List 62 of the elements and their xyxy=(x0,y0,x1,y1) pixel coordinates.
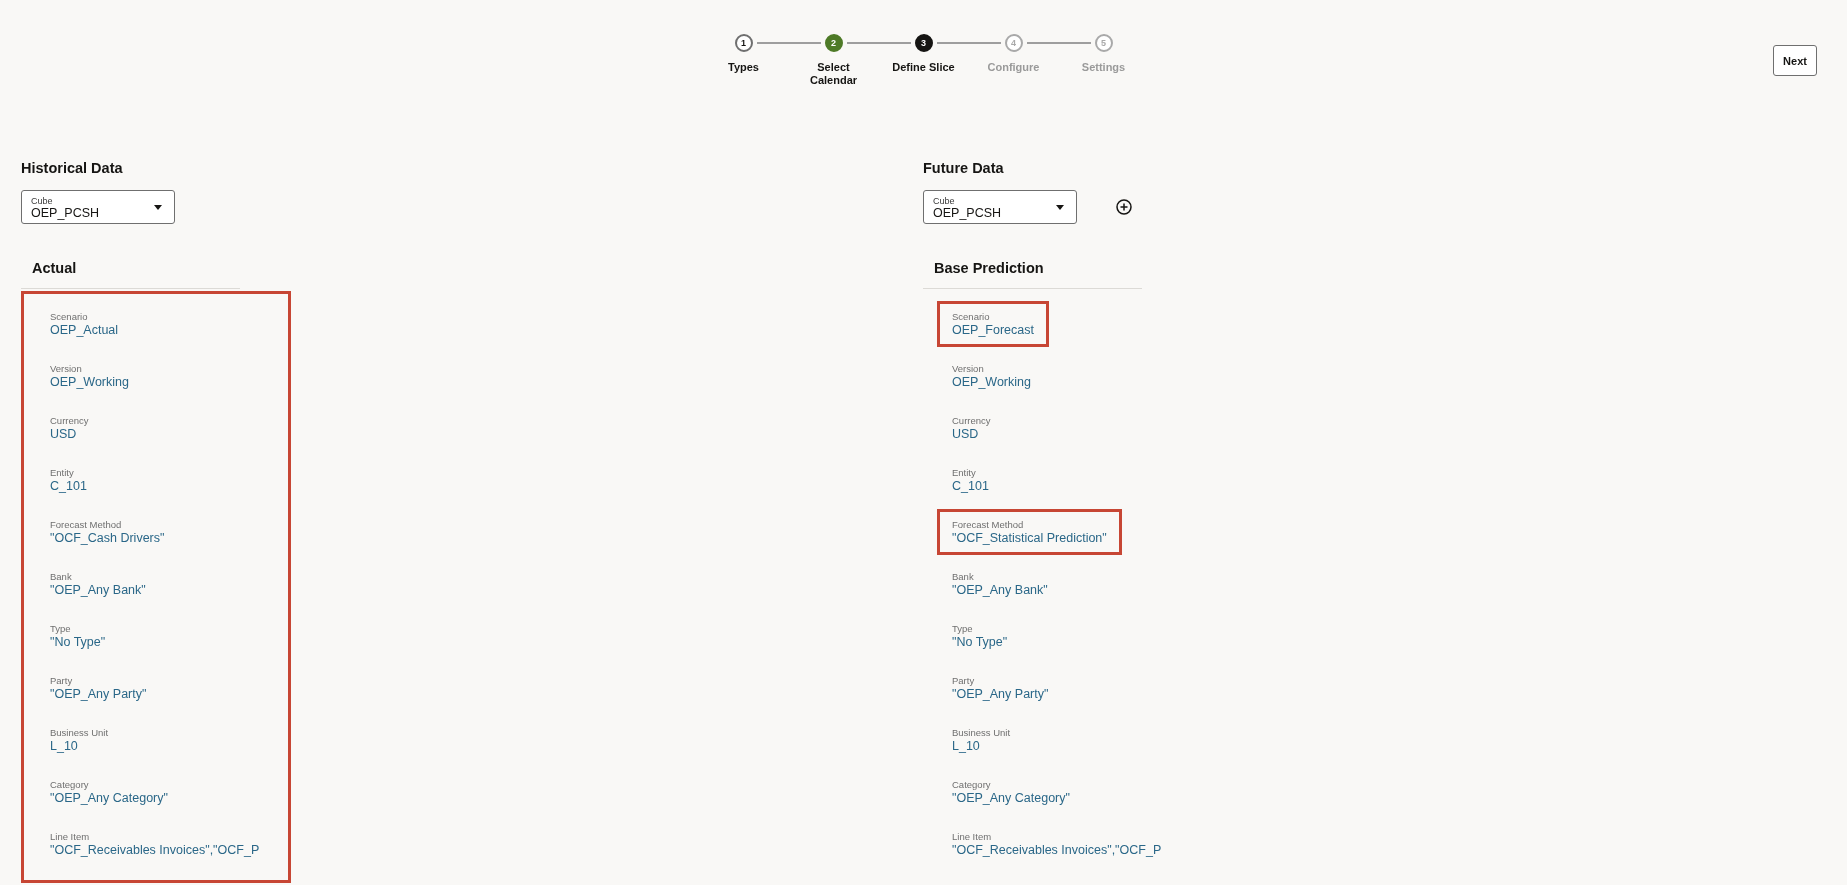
field-value[interactable]: "No Type" xyxy=(952,635,1008,650)
field-value[interactable]: OEP_Working xyxy=(952,375,1031,390)
step-number[interactable]: 2 xyxy=(824,34,843,52)
field-label: Type xyxy=(50,623,72,635)
field-value[interactable]: "OEP_Any Category" xyxy=(50,791,168,806)
field-value[interactable]: "No Type" xyxy=(50,635,106,650)
field-value[interactable]: L_10 xyxy=(952,739,1011,754)
field-value[interactable]: "OCF_Receivables Invoices","OCF_P xyxy=(952,843,1162,858)
field-value[interactable]: "OCF_Statistical Prediction" xyxy=(952,531,1107,546)
field-label: Version xyxy=(50,363,83,375)
next-button[interactable]: Next xyxy=(1773,45,1817,76)
field-value[interactable]: "OEP_Any Bank" xyxy=(952,583,1048,598)
field-value[interactable]: "OEP_Any Bank" xyxy=(50,583,146,598)
field-label: Category xyxy=(50,779,90,791)
field-label: Line Item xyxy=(952,831,993,843)
field-label: Entity xyxy=(50,467,75,479)
field-value[interactable]: "OEP_Any Party" xyxy=(952,687,1049,702)
step-label: Configure xyxy=(986,61,1041,74)
field-label: Scenario xyxy=(50,311,89,323)
cube-dropdown[interactable]: Cube OEP_PCSH xyxy=(923,190,1077,224)
step-number[interactable]: 3 xyxy=(914,34,933,52)
step-label: Types xyxy=(727,61,760,74)
step-label: Select Calendar xyxy=(808,61,859,87)
field-value[interactable]: USD xyxy=(50,427,89,442)
step-label: Settings xyxy=(1080,61,1127,74)
field-label: Business Unit xyxy=(50,727,109,739)
field-value[interactable]: OEP_Working xyxy=(50,375,129,390)
field-value[interactable]: L_10 xyxy=(50,739,109,754)
field-value[interactable]: "OCF_Receivables Invoices","OCF_P xyxy=(50,843,260,858)
section-title: Future Data xyxy=(923,159,1005,178)
field-label: Currency xyxy=(50,415,89,427)
field-value[interactable]: OEP_Forecast xyxy=(952,323,1034,338)
field-value[interactable]: "OCF_Cash Drivers" xyxy=(50,531,165,546)
field-label: Forecast Method xyxy=(952,519,1025,531)
caret-icon xyxy=(154,205,162,210)
step-label: Define Slice xyxy=(891,61,956,74)
add-icon[interactable] xyxy=(1116,199,1132,215)
field-label: Business Unit xyxy=(952,727,1011,739)
field-value[interactable]: OEP_Actual xyxy=(50,323,119,338)
section-title: Historical Data xyxy=(21,159,124,178)
field-value[interactable]: C_101 xyxy=(50,479,87,494)
field-value[interactable]: USD xyxy=(952,427,991,442)
step-number[interactable]: 1 xyxy=(734,34,753,52)
panel-title: Base Prediction xyxy=(923,258,1142,289)
field-value[interactable]: "OEP_Any Category" xyxy=(952,791,1070,806)
field-label: Version xyxy=(952,363,985,375)
cube-dropdown[interactable]: Cube OEP_PCSH xyxy=(21,190,175,224)
field-label: Party xyxy=(952,675,976,687)
field-label: Party xyxy=(50,675,74,687)
field-label: Entity xyxy=(952,467,977,479)
field-label: Bank xyxy=(952,571,975,583)
field-label: Bank xyxy=(50,571,73,583)
field-label: Line Item xyxy=(50,831,91,843)
field-label: Category xyxy=(952,779,992,791)
field-label: Type xyxy=(952,623,974,635)
field-value[interactable]: "OEP_Any Party" xyxy=(50,687,147,702)
field-label: Scenario xyxy=(952,311,991,323)
field-label: Forecast Method xyxy=(50,519,123,531)
panel-title: Actual xyxy=(21,258,240,289)
field-label: Currency xyxy=(952,415,991,427)
field-value[interactable]: C_101 xyxy=(952,479,989,494)
caret-icon xyxy=(1056,205,1064,210)
